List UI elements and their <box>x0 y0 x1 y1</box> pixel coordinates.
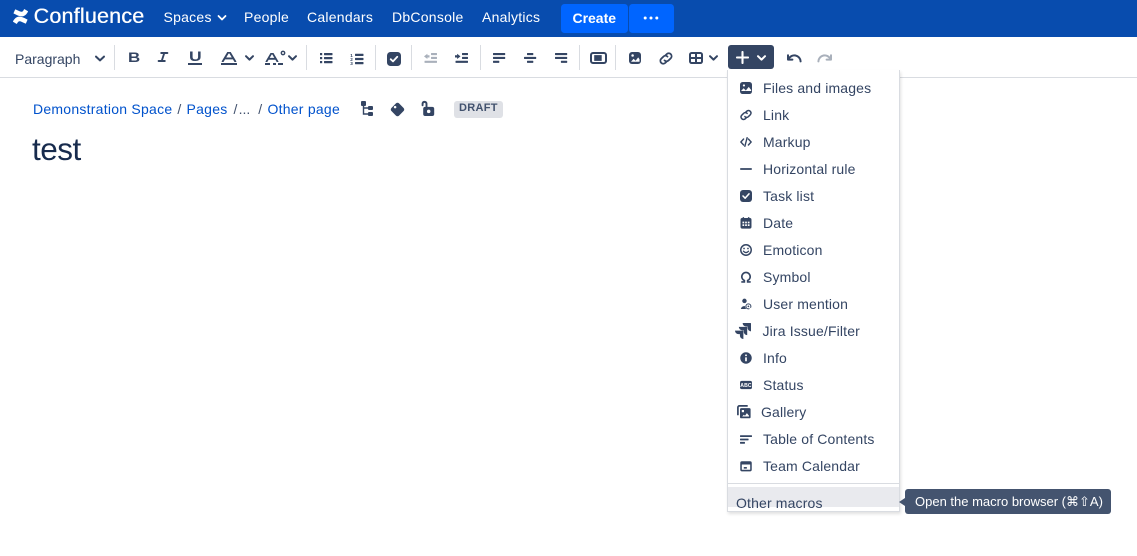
svg-text:ABC: ABC <box>740 383 752 389</box>
svg-text:3: 3 <box>350 61 353 65</box>
